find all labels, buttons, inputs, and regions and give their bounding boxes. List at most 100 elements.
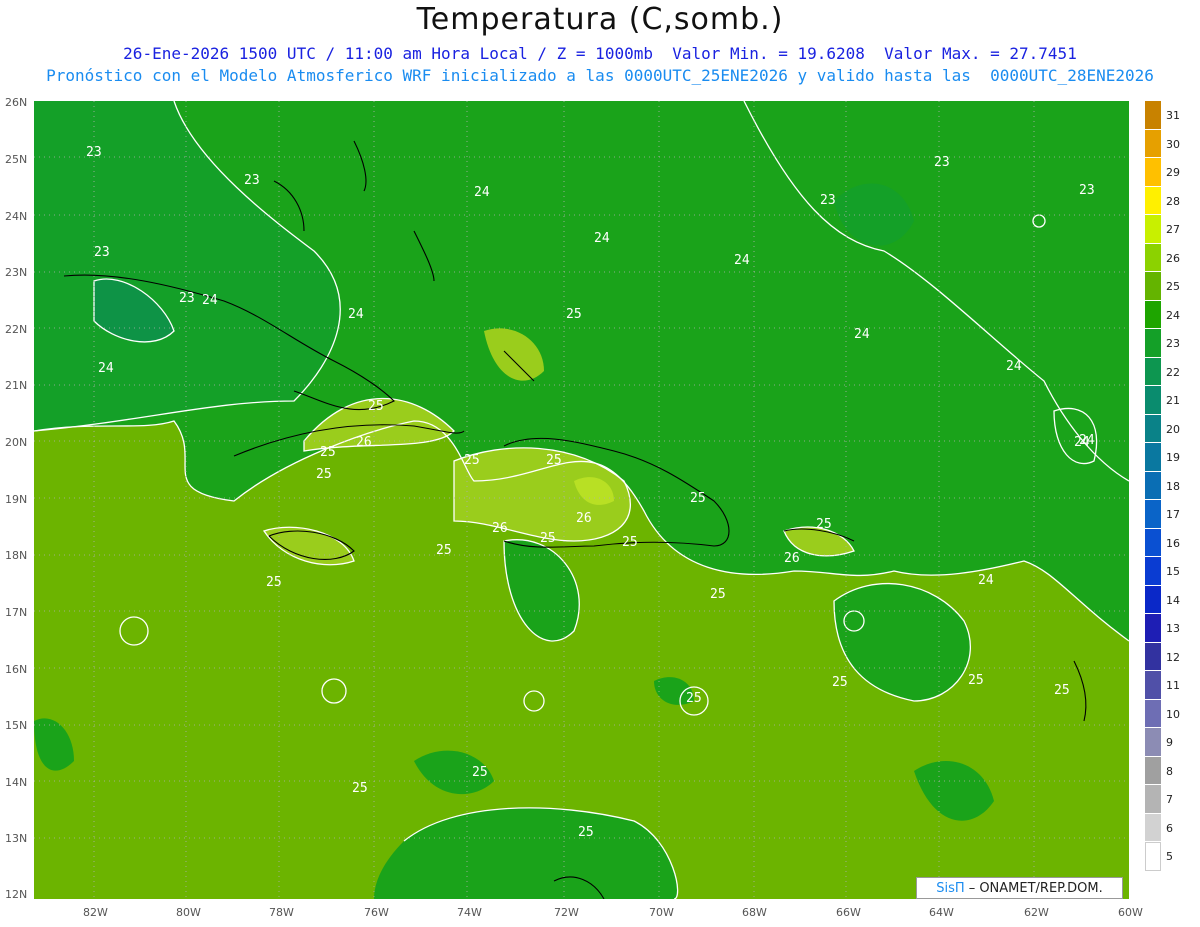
contour-label: 25 [690, 491, 706, 506]
color-scale-label: 9 [1166, 736, 1173, 749]
contour-label: 24 [202, 293, 218, 308]
color-scale-cell [1145, 471, 1161, 500]
color-scale-label: 14 [1166, 593, 1180, 607]
contour-label: 25 [578, 825, 594, 840]
lat-label: 18N [5, 549, 28, 562]
contour-label: 23 [934, 155, 950, 170]
contour-label: 23 [1079, 183, 1095, 198]
contour-label: 24 [1074, 435, 1090, 450]
color-scale-cell [1145, 813, 1161, 842]
color-scale-label: 25 [1166, 280, 1180, 293]
color-scale-cell [1145, 101, 1161, 130]
color-scale-label: 31 [1166, 109, 1180, 122]
contour-label: 25 [352, 781, 368, 796]
lon-label: 70W [649, 906, 674, 919]
model-info-line: Pronóstico con el Modelo Atmosferico WRF… [46, 66, 1154, 85]
color-scale-cell [1145, 243, 1161, 272]
lat-label: 21N [5, 379, 28, 392]
color-scale-label: 8 [1166, 764, 1173, 778]
lon-label: 78W [269, 906, 294, 919]
color-scale-cell [1145, 386, 1161, 415]
color-scale-label: 23 [1166, 337, 1180, 350]
contour-label: 25 [816, 517, 832, 532]
valid-time-line: 26-Ene-2026 1500 UTC / 11:00 am Hora Loc… [123, 44, 1077, 63]
color-scale-label: 28 [1166, 194, 1180, 208]
map-title: Temperatura (C,somb.) [416, 2, 784, 37]
lat-label: 15N [5, 719, 28, 732]
contour-label: 23 [179, 291, 195, 306]
contour-label: 25 [540, 531, 556, 546]
color-scale-cell [1145, 186, 1161, 215]
contour-label: 25 [368, 399, 384, 414]
lat-label: 26N [5, 96, 28, 109]
color-scale-cell [1145, 443, 1161, 472]
lon-label: 76W [364, 906, 389, 919]
color-scale-cell [1145, 785, 1161, 814]
color-scale-cell [1145, 357, 1161, 386]
color-scale-bar [1145, 101, 1161, 871]
contour-label: 25 [832, 675, 848, 690]
lon-label: 62W [1024, 906, 1049, 919]
color-scale-label: 10 [1166, 707, 1180, 721]
color-scale-cell [1145, 557, 1161, 586]
contour-label: 25 [686, 691, 702, 706]
lat-label: 24N [5, 210, 28, 223]
color-scale-cell [1145, 756, 1161, 785]
contour-label: 25 [968, 673, 984, 688]
color-scale-cell [1145, 528, 1161, 557]
contour-label: 25 [622, 535, 638, 550]
color-scale-label: 30 [1166, 137, 1180, 151]
lat-label: 13N [5, 832, 28, 845]
lat-label: 19N [5, 493, 28, 506]
color-scale-label: 20 [1166, 422, 1180, 436]
contour-label: 23 [244, 173, 260, 188]
lat-label: 17N [5, 606, 28, 619]
lat-label: 23N [5, 266, 28, 279]
lat-label: 16N [5, 663, 28, 676]
color-scale-cell [1145, 215, 1161, 244]
color-scale-label: 5 [1166, 850, 1173, 863]
contour-label: 24 [348, 307, 364, 322]
color-scale-cell [1145, 129, 1161, 158]
contour-label: 24 [474, 185, 490, 200]
color-scale-label: 21 [1166, 394, 1180, 407]
contour-label: 25 [320, 445, 336, 460]
credit-org: – ONAMET/REP.DOM. [968, 880, 1103, 896]
contour-label: 25 [710, 587, 726, 602]
contour-label: 23 [86, 145, 102, 160]
color-scale-label: 22 [1166, 365, 1180, 379]
sispi-logo: SisΠ [936, 880, 965, 896]
lon-label: 74W [457, 906, 482, 919]
lat-label: 12N [5, 888, 28, 901]
contour-label: 25 [436, 543, 452, 558]
contour-label: 24 [594, 231, 610, 246]
lon-label: 72W [554, 906, 579, 919]
contour-label: 25 [464, 453, 480, 468]
contour-label: 24 [734, 253, 750, 268]
contour-label: 26 [492, 521, 508, 536]
color-scale-label: 17 [1166, 508, 1180, 521]
color-scale-label: 15 [1166, 565, 1180, 578]
color-scale-cell [1145, 614, 1161, 643]
color-scale-cell [1145, 728, 1161, 757]
color-scale-label: 19 [1166, 451, 1180, 464]
color-scale-cell [1145, 300, 1161, 329]
contour-label: 24 [854, 327, 870, 342]
temperature-map: 23 23 24 23 23 24 23 24 24 24 25 24 24 2… [34, 101, 1129, 899]
color-scale-label: 13 [1166, 622, 1180, 635]
contour-label: 26 [784, 551, 800, 566]
color-scale-cell [1145, 272, 1161, 301]
color-scale-cell [1145, 500, 1161, 529]
color-scale-cell [1145, 842, 1161, 871]
color-scale-label: 11 [1166, 679, 1180, 692]
color-scale-label: 24 [1166, 308, 1180, 322]
color-scale-cell [1145, 671, 1161, 700]
color-scale-cell [1145, 642, 1161, 671]
color-scale-cell [1145, 699, 1161, 728]
lon-label: 64W [929, 906, 954, 919]
contour-label: 23 [820, 193, 836, 208]
color-scale-cell [1145, 414, 1161, 443]
contour-label: 25 [546, 453, 562, 468]
color-scale-cell [1145, 585, 1161, 614]
color-scale-label: 12 [1166, 650, 1180, 664]
